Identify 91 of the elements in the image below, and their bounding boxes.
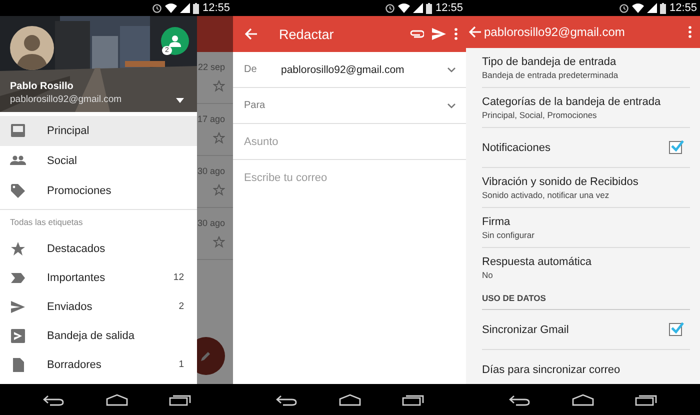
message-date: 30 ago: [197, 166, 225, 176]
settings-item[interactable]: Respuesta automática No: [482, 248, 690, 287]
wifi-icon: [398, 3, 410, 13]
settings-item[interactable]: Días para sincronizar correo: [482, 350, 690, 384]
message-date: 22 sep: [198, 62, 225, 72]
back-icon[interactable]: [508, 394, 531, 406]
wifi-icon: [632, 3, 644, 13]
field-label: Para: [244, 100, 266, 111]
home-icon[interactable]: [572, 394, 594, 406]
recent-apps-icon[interactable]: [635, 394, 658, 406]
star-icon: [10, 240, 26, 256]
back-icon[interactable]: [42, 394, 64, 406]
item-subtitle: Sin configurar: [482, 230, 536, 240]
item-title: Notificaciones: [482, 142, 552, 154]
chevron-down-icon[interactable]: [447, 102, 456, 108]
unread-count: 1: [178, 359, 184, 370]
tag-icon: [10, 183, 26, 199]
item-title: Firma: [482, 216, 512, 228]
alarm-icon: [385, 3, 396, 13]
account-name: Pablo Rosillo: [10, 81, 74, 92]
message-date: 30 ago: [197, 218, 225, 228]
paperclip-icon[interactable]: [410, 30, 424, 38]
more-options-icon[interactable]: [454, 28, 458, 40]
drawer-item[interactable]: Social: [0, 146, 197, 176]
inbox-icon: [10, 123, 26, 139]
account-email: pablorosillo92@gmail.com: [10, 94, 122, 105]
checkbox[interactable]: [669, 141, 682, 154]
message-date: 17 ago: [197, 114, 225, 124]
subject-field[interactable]: Asunto: [244, 132, 456, 152]
alarm-icon: [619, 3, 630, 13]
settings-item[interactable]: Firma Sin configurar: [482, 208, 690, 248]
outbox-icon: [10, 328, 26, 344]
item-title: Días para sincronizar correo: [482, 364, 622, 376]
signal-icon: [647, 3, 658, 13]
send-icon: [10, 298, 26, 314]
battery-icon: [660, 2, 666, 14]
send-icon[interactable]: [432, 28, 446, 40]
checkbox[interactable]: [669, 323, 682, 336]
home-icon[interactable]: [338, 394, 360, 406]
signal-icon: [413, 3, 424, 13]
alarm-icon: [152, 3, 162, 13]
battery-icon: [426, 2, 432, 14]
star-icon[interactable]: [213, 80, 225, 92]
unread-count: 2: [178, 301, 184, 312]
drawer-item[interactable]: Bandeja de salida: [0, 321, 197, 350]
field-label: De: [244, 64, 258, 75]
home-icon[interactable]: [106, 394, 128, 406]
drawer-item[interactable]: Enviados 2: [0, 292, 197, 321]
star-icon[interactable]: [213, 132, 225, 144]
star-icon[interactable]: [213, 236, 225, 248]
item-title: Vibración y sonido de Recibidos: [482, 176, 640, 188]
document-icon: [10, 356, 26, 372]
unread-count: 12: [173, 272, 184, 283]
item-subtitle: Bandeja de entrada predeterminada: [482, 70, 620, 80]
item-subtitle: Sonido activado, notificar una vez: [482, 190, 610, 200]
clock-time: 12:55: [202, 2, 230, 14]
pencil-icon: [200, 350, 212, 362]
star-icon[interactable]: [213, 184, 225, 196]
settings-item[interactable]: Notificaciones: [482, 128, 690, 168]
field-value: pablorosillo92@gmail.com: [281, 64, 406, 76]
recent-apps-icon[interactable]: [168, 394, 190, 406]
screen-title: Redactar: [279, 26, 335, 42]
chevron-down-icon[interactable]: [447, 66, 456, 72]
item-title: Sincronizar Gmail: [482, 324, 570, 336]
caret-icon[interactable]: [176, 98, 184, 103]
settings-item[interactable]: Categorías de la bandeja de entrada Principal, Social, Promociones: [482, 88, 690, 128]
recent-apps-icon[interactable]: [402, 394, 424, 406]
drawer-item[interactable]: Borradores 1: [0, 350, 197, 379]
more-options-icon[interactable]: [688, 26, 692, 38]
person-icon: [169, 35, 181, 47]
item-subtitle: No: [482, 270, 494, 280]
drawer-item[interactable]: Principal: [0, 116, 197, 146]
item-title: Respuesta automática: [482, 256, 592, 268]
settings-item[interactable]: Vibración y sonido de Recibidos Sonido activado, notificar una vez: [482, 168, 690, 208]
item-subtitle: Principal, Social, Promociones: [482, 110, 598, 120]
clock-time: 12:55: [669, 2, 697, 14]
settings-item[interactable]: Tipo de bandeja de entrada Bandeja de entrada predeterminada: [482, 48, 690, 88]
signal-icon: [180, 3, 190, 13]
back-icon[interactable]: [276, 394, 298, 406]
settings-item[interactable]: Sincronizar Gmail: [482, 310, 690, 350]
wifi-icon: [165, 3, 178, 13]
item-title: Categorías de la bandeja de entrada: [482, 96, 662, 108]
section-title: Todas las etiquetas: [9, 216, 84, 229]
item-title: Tipo de bandeja de entrada: [482, 56, 618, 68]
drawer-item[interactable]: Promociones: [0, 176, 197, 206]
section-header: USO DE DATOS: [482, 287, 690, 310]
clock-time: 12:55: [435, 2, 463, 14]
screen-title: pablorosillo92@gmail.com: [484, 25, 626, 39]
battery-icon: [193, 2, 200, 14]
drawer-item[interactable]: Importantes 12: [0, 263, 197, 292]
drawer-item[interactable]: Destacados: [0, 234, 197, 263]
